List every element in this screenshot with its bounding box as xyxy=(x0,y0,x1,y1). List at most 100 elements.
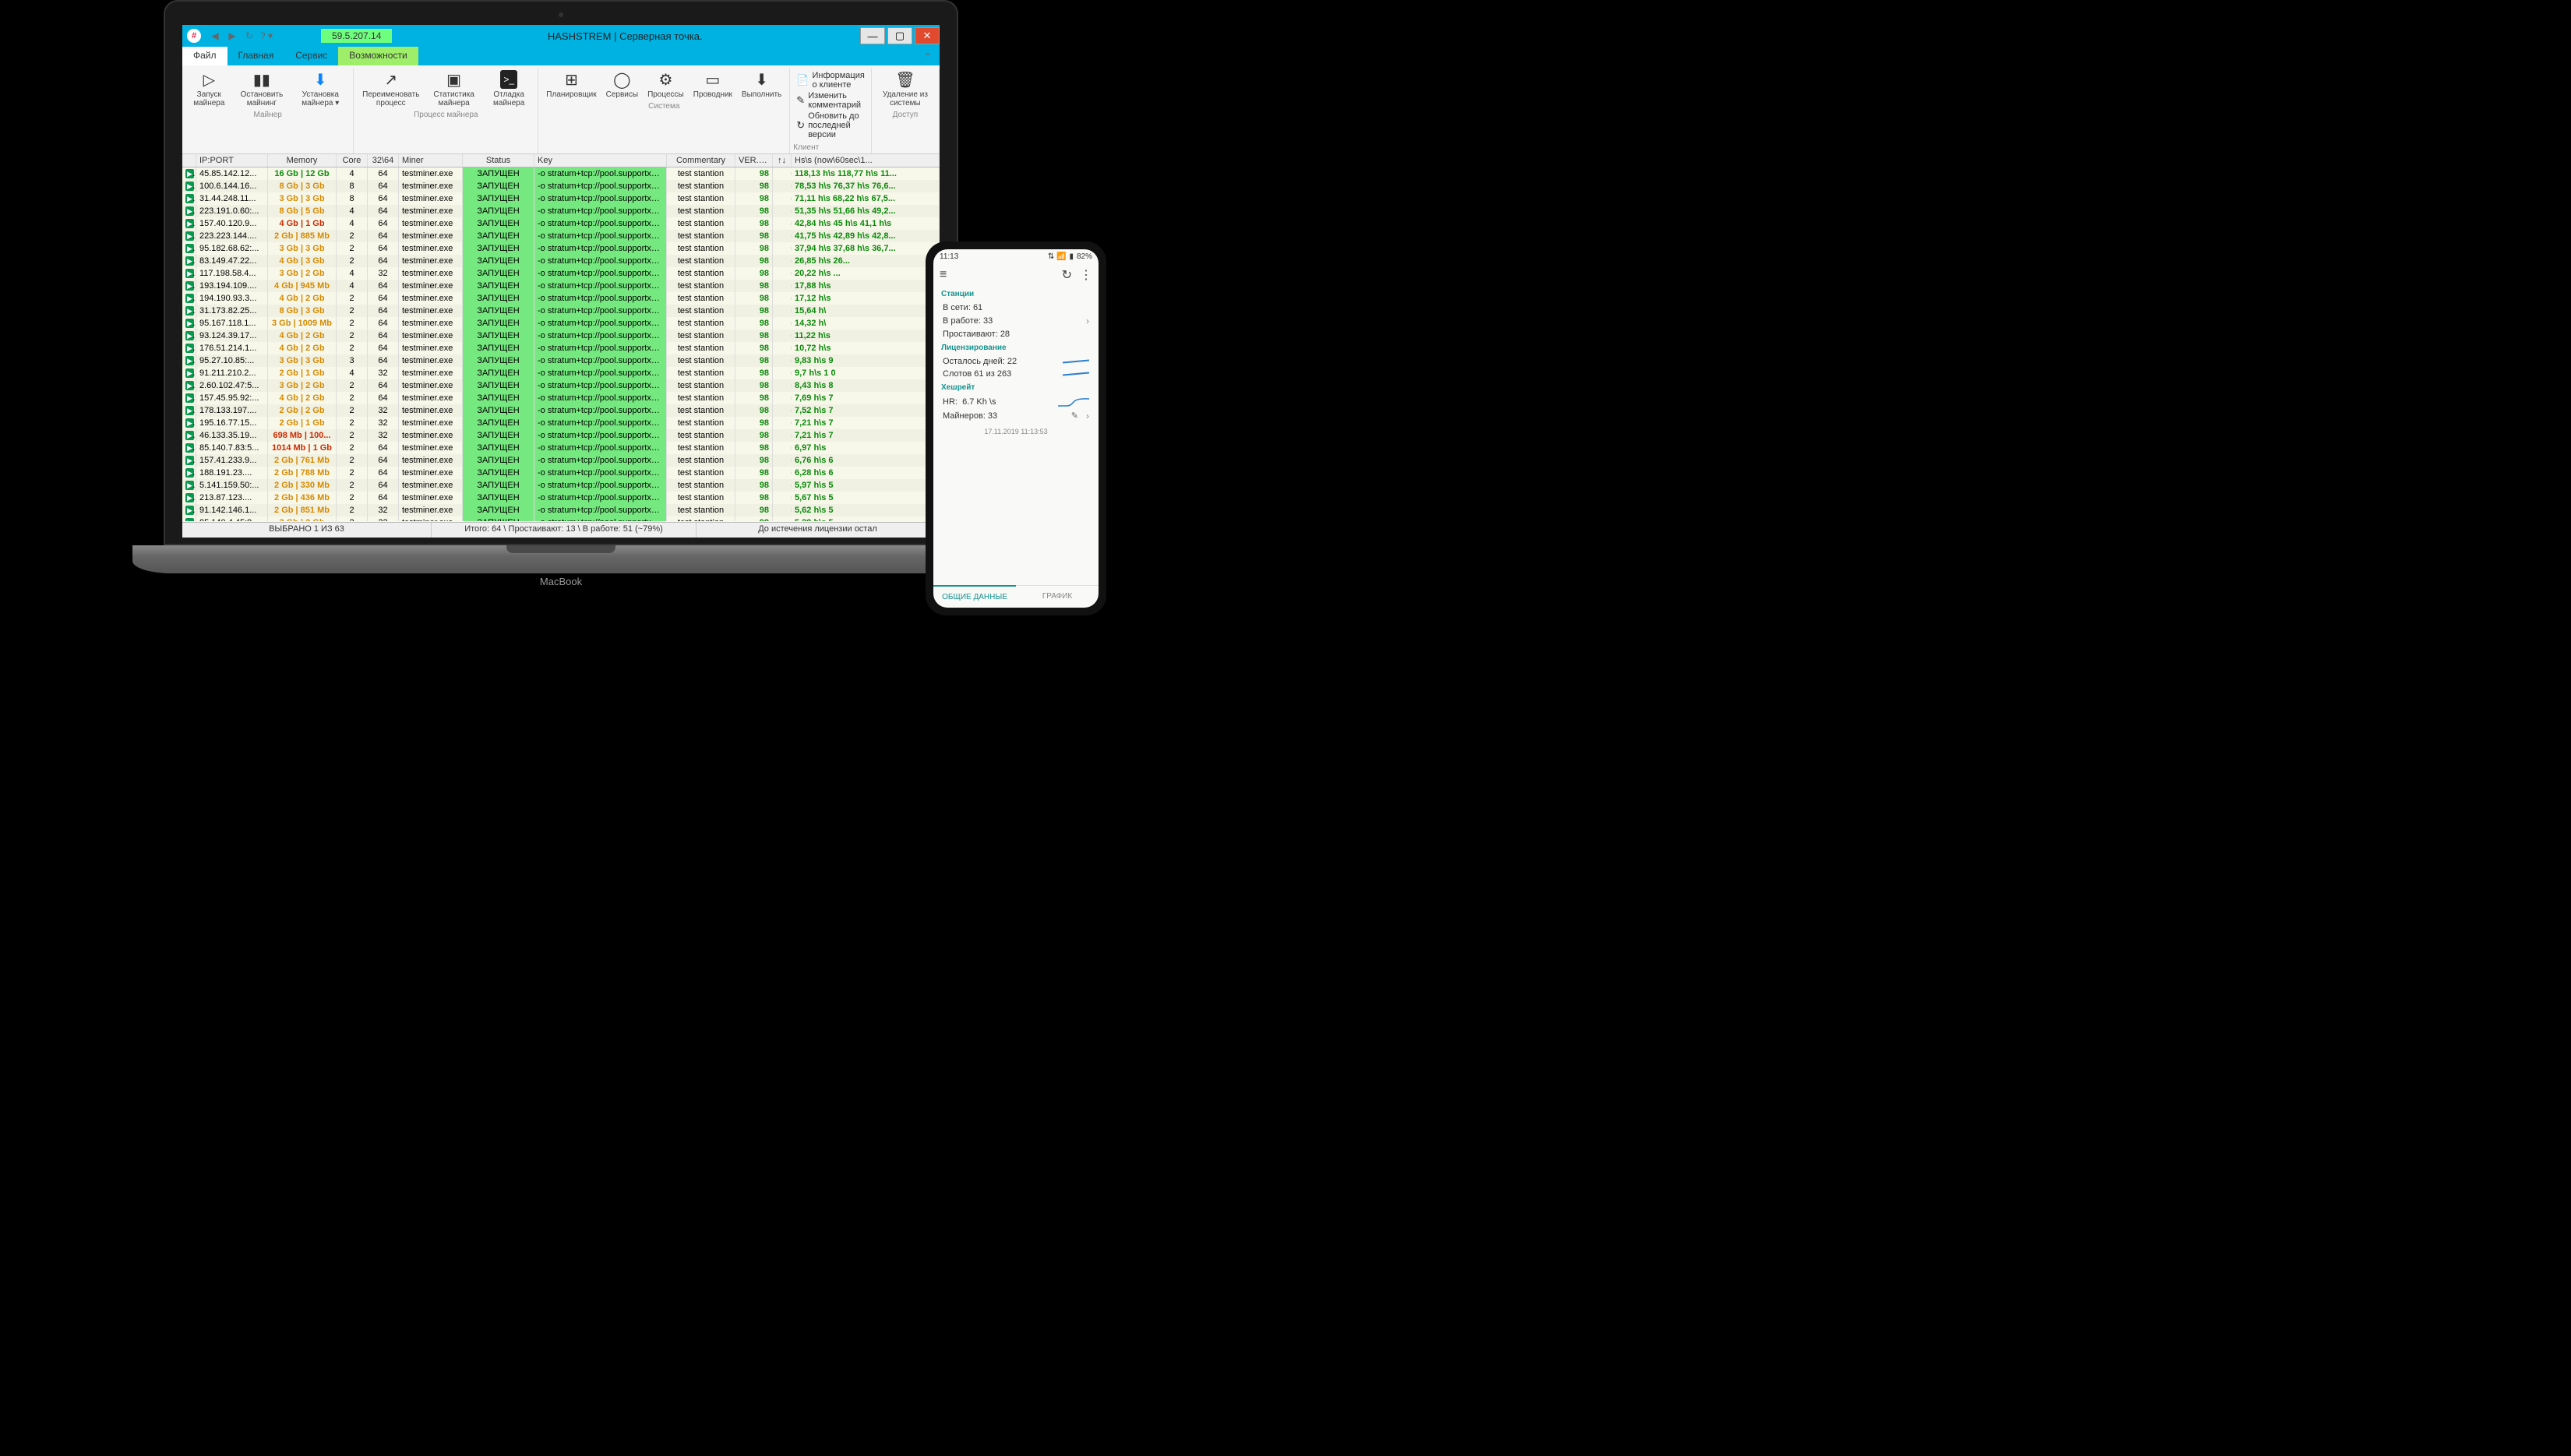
stations-idle-row[interactable]: Простаивают: 28 xyxy=(933,328,1099,340)
col-memory[interactable]: Memory xyxy=(268,154,337,167)
col-sort[interactable]: ↑↓ xyxy=(773,154,792,167)
nav-fwd-icon[interactable]: ▶ xyxy=(224,28,240,44)
explorer-button[interactable]: ▭ Проводник xyxy=(689,69,737,100)
table-row[interactable]: ▶46.133.35.19...698 Mb | 100...232testmi… xyxy=(182,429,940,442)
table-row[interactable]: ▶157.45.95.92:...4 Gb | 2 Gb264testminer… xyxy=(182,392,940,404)
cell-ip: 194.190.93.3... xyxy=(196,292,268,305)
table-row[interactable]: ▶95.182.68.62:...3 Gb | 3 Gb264testminer… xyxy=(182,242,940,255)
cell-status: ЗАПУЩЕН xyxy=(463,492,534,504)
rename-process-button[interactable]: ↗ Переименовать процесс xyxy=(357,69,425,109)
licensing-slots-row[interactable]: Слотов 61 из 263 xyxy=(933,368,1099,380)
menu-main[interactable]: Главная xyxy=(227,47,285,65)
table-row[interactable]: ▶117.198.58.4...3 Gb | 2 Gb432testminer.… xyxy=(182,267,940,280)
close-button[interactable]: ✕ xyxy=(915,27,940,44)
tab-chart[interactable]: ГРАФИК xyxy=(1016,586,1099,608)
col-icon[interactable] xyxy=(182,154,196,167)
table-row[interactable]: ▶157.41.233.9...2 Gb | 761 Mb264testmine… xyxy=(182,454,940,467)
menu-service[interactable]: Сервис xyxy=(284,47,338,65)
stop-miner-button[interactable]: ▮▮ Остановить майнинг xyxy=(233,69,291,109)
table-row[interactable]: ▶95.167.118.1...3 Gb | 1009 Mb264testmin… xyxy=(182,317,940,330)
col-core[interactable]: Core xyxy=(337,154,368,167)
grid-body[interactable]: ▶45.85.142.12...16 Gb | 12 Gb464testmine… xyxy=(182,167,940,521)
update-icon: ↻ xyxy=(796,119,805,132)
table-row[interactable]: ▶100.6.144.16...8 Gb | 3 Gb864testminer.… xyxy=(182,180,940,192)
col-commentary[interactable]: Commentary xyxy=(667,154,735,167)
delete-from-system-button[interactable]: 🗑 Удаление из системы xyxy=(875,69,936,109)
table-row[interactable]: ▶157.40.120.9...4 Gb | 1 Gb464testminer.… xyxy=(182,217,940,230)
cell-core: 2 xyxy=(337,379,368,392)
miner-debug-button[interactable]: >_ Отладка майнера xyxy=(483,69,534,109)
table-row[interactable]: ▶45.85.142.12...16 Gb | 12 Gb464testmine… xyxy=(182,167,940,180)
pause-icon: ▮▮ xyxy=(253,70,270,89)
cell-arch: 32 xyxy=(368,504,399,516)
table-row[interactable]: ▶93.124.39.17...4 Gb | 2 Gb264testminer.… xyxy=(182,330,940,342)
cell-ver: 98 xyxy=(735,330,773,342)
table-row[interactable]: ▶31.44.248.11...3 Gb | 3 Gb864testminer.… xyxy=(182,192,940,205)
table-row[interactable]: ▶223.191.0.60:...8 Gb | 5 Gb464testminer… xyxy=(182,205,940,217)
table-row[interactable]: ▶85.140.4.45:9...3 Gb | 2 Gb232testminer… xyxy=(182,516,940,521)
update-latest-button[interactable]: ↻ Обновить до последней версии xyxy=(796,111,865,140)
row-status-icon: ▶ xyxy=(185,206,194,216)
collapse-ribbon-icon[interactable]: ⌃ xyxy=(924,51,932,62)
stations-working-row[interactable]: В работе: 33 › xyxy=(933,314,1099,328)
cell-arch: 64 xyxy=(368,442,399,454)
col-key[interactable]: Key xyxy=(534,154,667,167)
run-button[interactable]: ⬇ Выполнить xyxy=(737,69,786,100)
row-status-icon: ▶ xyxy=(185,169,194,178)
edit-comment-button[interactable]: ✎ Изменить комментарий xyxy=(796,90,865,111)
cell-memory: 4 Gb | 2 Gb xyxy=(268,292,337,305)
stations-online-row[interactable]: В сети: 61 xyxy=(933,301,1099,314)
miner-stats-button[interactable]: ▣ Статистика майнера xyxy=(425,69,483,109)
table-row[interactable]: ▶178.133.197....2 Gb | 2 Gb232testminer.… xyxy=(182,404,940,417)
refresh-icon[interactable]: ↻ xyxy=(1062,267,1072,283)
cell-miner: testminer.exe xyxy=(399,492,463,504)
start-miner-button[interactable]: ▷ Запуск майнера xyxy=(185,69,233,109)
scheduler-button[interactable]: ⊞ Планировщик xyxy=(541,69,601,100)
hashrate-row[interactable]: HR: 6.7 Kh \s xyxy=(933,395,1099,409)
table-row[interactable]: ▶193.194.109....4 Gb | 945 Mb464testmine… xyxy=(182,280,940,292)
table-row[interactable]: ▶188.191.23....2 Gb | 788 Mb264testminer… xyxy=(182,467,940,479)
hashrate-miners-row[interactable]: Майнеров: 33 ✎ › xyxy=(933,409,1099,423)
col-miner[interactable]: Miner xyxy=(399,154,463,167)
table-row[interactable]: ▶223.223.144....2 Gb | 885 Mb264testmine… xyxy=(182,230,940,242)
refresh-icon[interactable]: ↻ xyxy=(242,28,257,44)
table-row[interactable]: ▶2.60.102.47:5...3 Gb | 2 Gb264testminer… xyxy=(182,379,940,392)
table-row[interactable]: ▶91.211.210.2...2 Gb | 1 Gb432testminer.… xyxy=(182,367,940,379)
help-icon[interactable]: ? ▾ xyxy=(259,28,274,44)
client-info-button[interactable]: 📄 Информация о клиенте xyxy=(796,70,865,90)
col-hs[interactable]: Hs\s (now\60sec\1... xyxy=(792,154,940,167)
cell-hs: 71,11 h\s 68,22 h\s 67,5... xyxy=(792,192,940,205)
menu-capabilities[interactable]: Возможности xyxy=(338,47,418,65)
edit-icon[interactable]: ✎ xyxy=(1071,411,1078,421)
licensing-days-row[interactable]: Осталось дней: 22 xyxy=(933,355,1099,368)
cell-ver: 98 xyxy=(735,305,773,317)
maximize-button[interactable]: ▢ xyxy=(887,27,912,44)
table-row[interactable]: ▶91.142.146.1...2 Gb | 851 Mb232testmine… xyxy=(182,504,940,516)
table-row[interactable]: ▶83.149.47.22...4 Gb | 3 Gb264testminer.… xyxy=(182,255,940,267)
table-row[interactable]: ▶5.141.159.50:...2 Gb | 330 Mb264testmin… xyxy=(182,479,940,492)
table-row[interactable]: ▶195.16.77.15...2 Gb | 1 Gb232testminer.… xyxy=(182,417,940,429)
cell-ip: 93.124.39.17... xyxy=(196,330,268,342)
nav-back-icon[interactable]: ◀ xyxy=(207,28,223,44)
table-row[interactable]: ▶31.173.82.25...8 Gb | 3 Gb264testminer.… xyxy=(182,305,940,317)
minimize-button[interactable]: — xyxy=(860,27,885,44)
menu-file[interactable]: Файл xyxy=(182,47,227,65)
col-ver[interactable]: VER.KM xyxy=(735,154,773,167)
table-row[interactable]: ▶85.140.7.83:5...1014 Mb | 1 Gb264testmi… xyxy=(182,442,940,454)
table-row[interactable]: ▶95.27.10.85:...3 Gb | 3 Gb364testminer.… xyxy=(182,354,940,367)
overflow-icon[interactable]: ⋮ xyxy=(1080,267,1092,283)
services-button[interactable]: ◯ Сервисы xyxy=(601,69,643,100)
col-ip[interactable]: IP:PORT xyxy=(196,154,268,167)
hamburger-icon[interactable]: ≡ xyxy=(940,268,947,282)
install-miner-button[interactable]: ⬇ Установка майнера ▾ xyxy=(291,69,350,109)
ribbon-label: Установка майнера ▾ xyxy=(295,90,345,108)
col-arch[interactable]: 32\64 xyxy=(368,154,399,167)
table-row[interactable]: ▶213.87.123....2 Gb | 436 Mb264testminer… xyxy=(182,492,940,504)
processes-button[interactable]: ⚙ Процессы xyxy=(643,69,689,100)
cell-ip: 95.182.68.62:... xyxy=(196,242,268,255)
col-status[interactable]: Status xyxy=(463,154,534,167)
table-row[interactable]: ▶176.51.214.1...4 Gb | 2 Gb264testminer.… xyxy=(182,342,940,354)
tab-general[interactable]: ОБЩИЕ ДАННЫЕ xyxy=(933,585,1016,608)
table-row[interactable]: ▶194.190.93.3...4 Gb | 2 Gb264testminer.… xyxy=(182,292,940,305)
ribbon-group-label: Доступ xyxy=(893,109,919,121)
